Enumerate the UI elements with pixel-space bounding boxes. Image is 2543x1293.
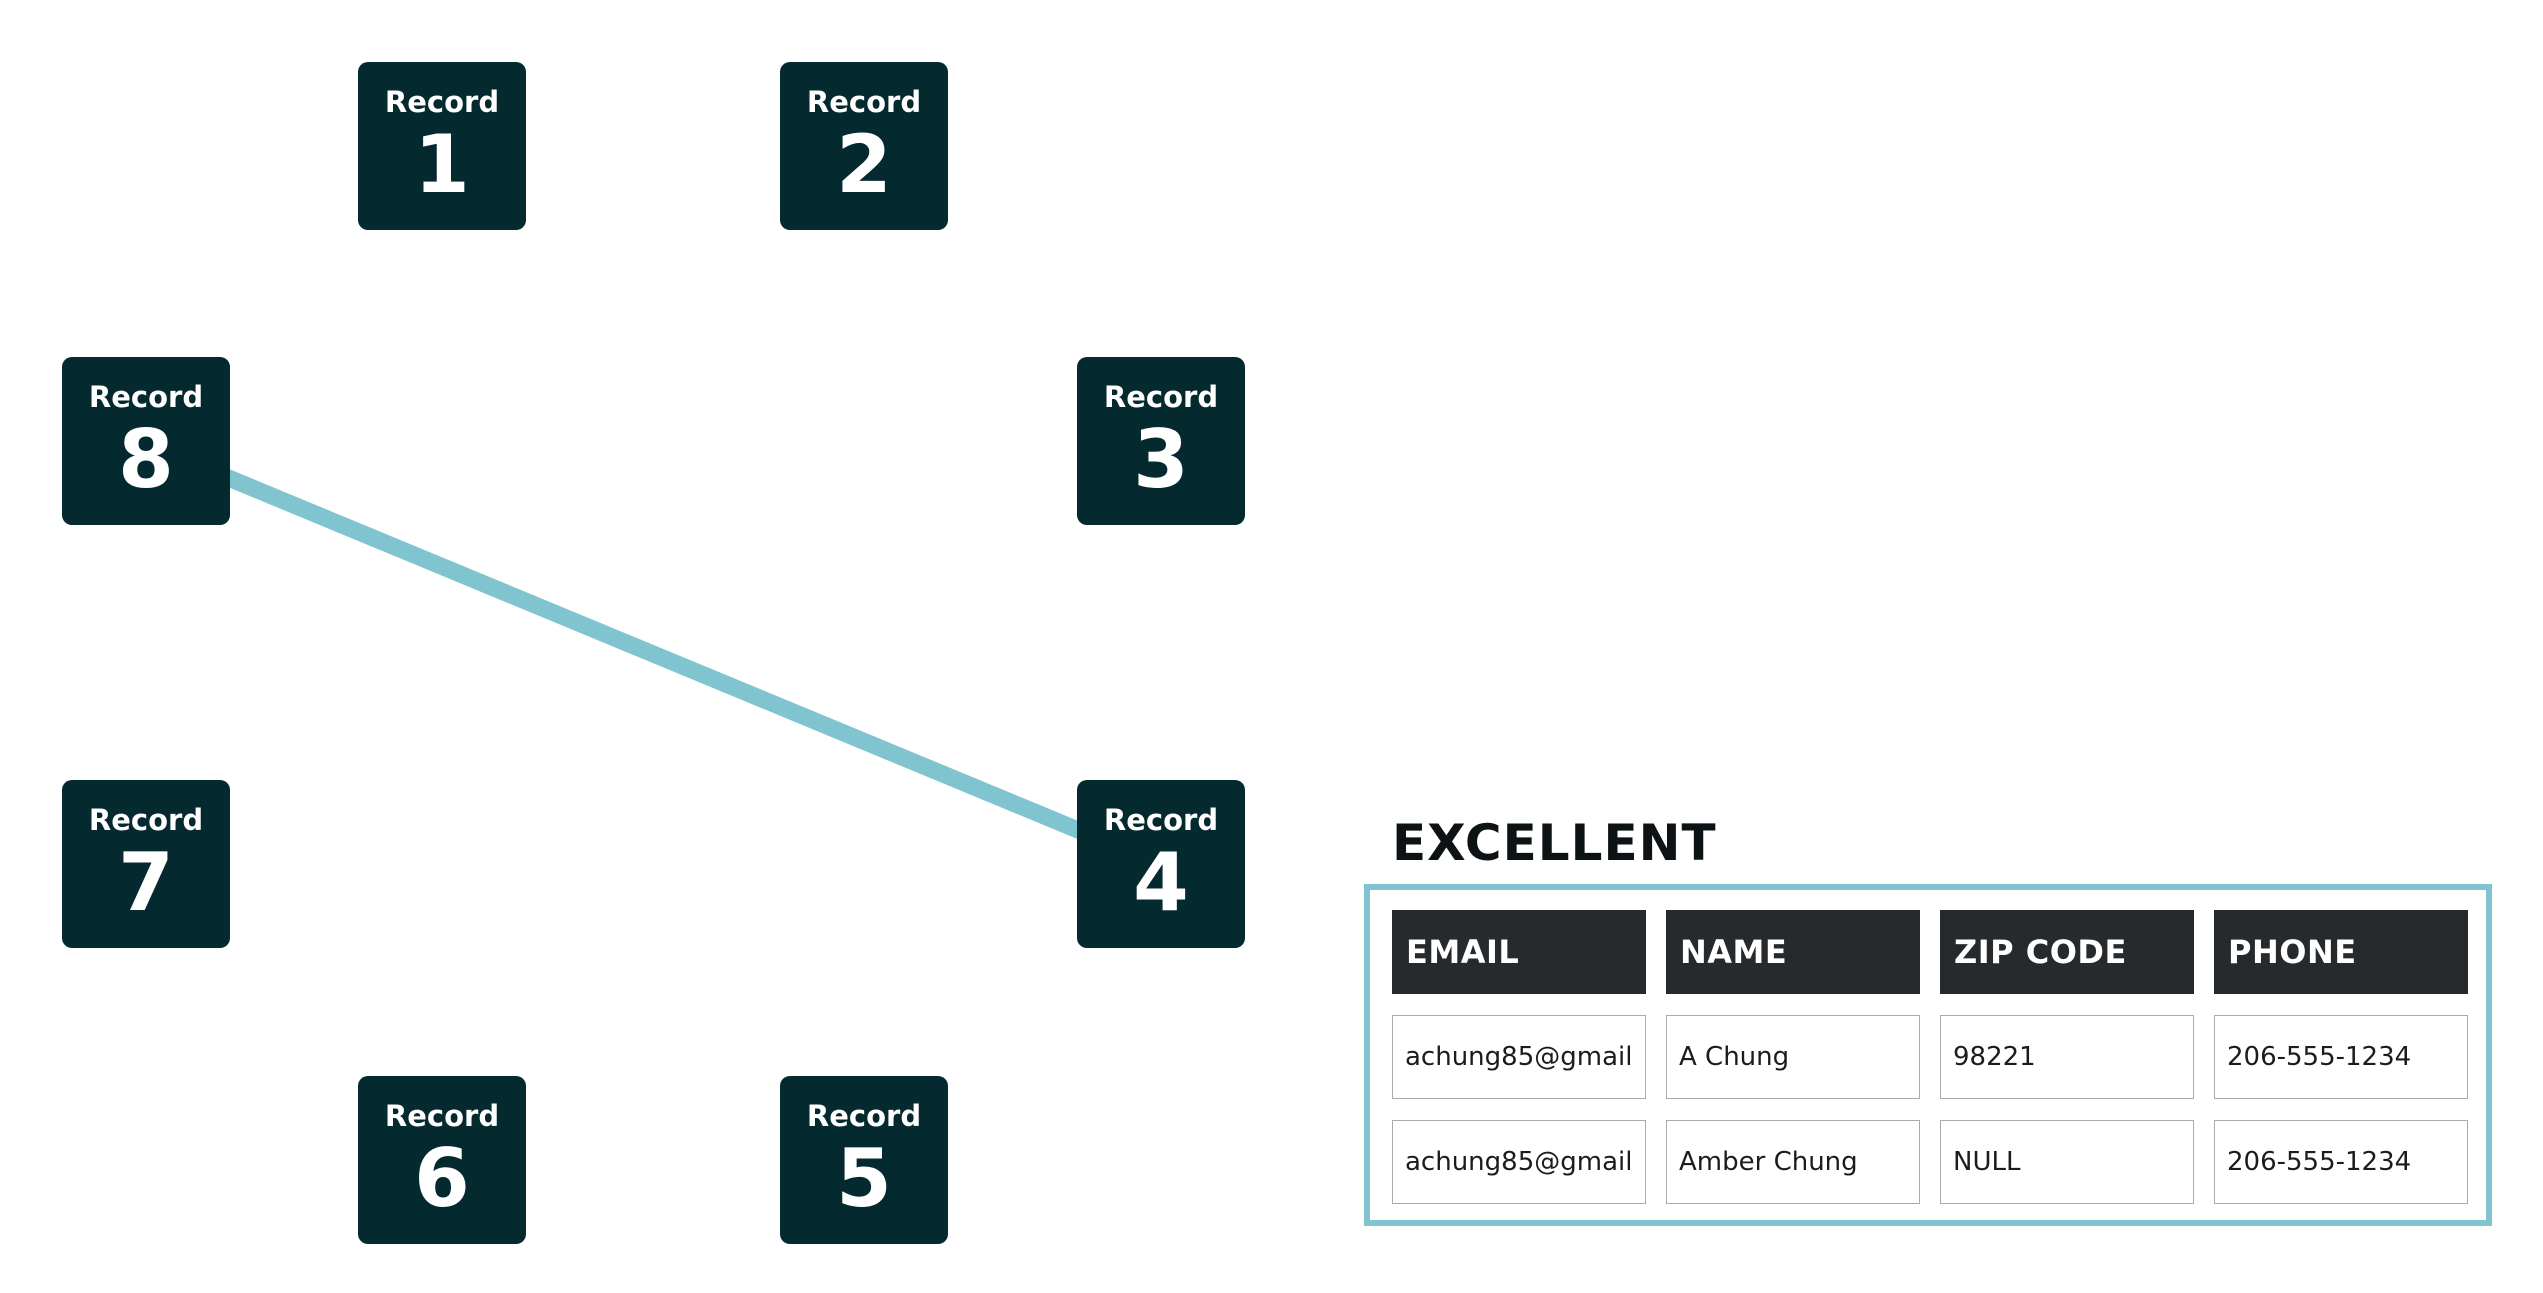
record-number: 8 xyxy=(118,413,174,506)
record-node-4[interactable]: Record 4 xyxy=(1077,780,1245,948)
record-label: Record xyxy=(806,85,922,119)
record-number: 2 xyxy=(836,118,892,211)
record-label: Record xyxy=(806,1099,922,1133)
record-label: Record xyxy=(1103,803,1219,837)
record-node-6[interactable]: Record 6 xyxy=(358,1076,526,1244)
record-label: Record xyxy=(1103,380,1219,414)
record-node-3[interactable]: Record 3 xyxy=(1077,357,1245,525)
connector-record-8-to-record-4 xyxy=(210,464,1094,843)
record-label: Record xyxy=(384,85,500,119)
record-node-7[interactable]: Record 7 xyxy=(62,780,230,948)
record-number: 7 xyxy=(118,836,174,929)
record-label: Record xyxy=(88,803,204,837)
record-node-8[interactable]: Record 8 xyxy=(62,357,230,525)
record-number: 4 xyxy=(1133,836,1189,929)
record-node-2[interactable]: Record 2 xyxy=(780,62,948,230)
record-number: 6 xyxy=(414,1132,470,1225)
record-node-1[interactable]: Record 1 xyxy=(358,62,526,230)
record-label: Record xyxy=(88,380,204,414)
record-number: 1 xyxy=(414,118,470,211)
record-label: Record xyxy=(384,1099,500,1133)
record-node-5[interactable]: Record 5 xyxy=(780,1076,948,1244)
record-number: 3 xyxy=(1133,413,1189,506)
record-number: 5 xyxy=(836,1132,892,1225)
